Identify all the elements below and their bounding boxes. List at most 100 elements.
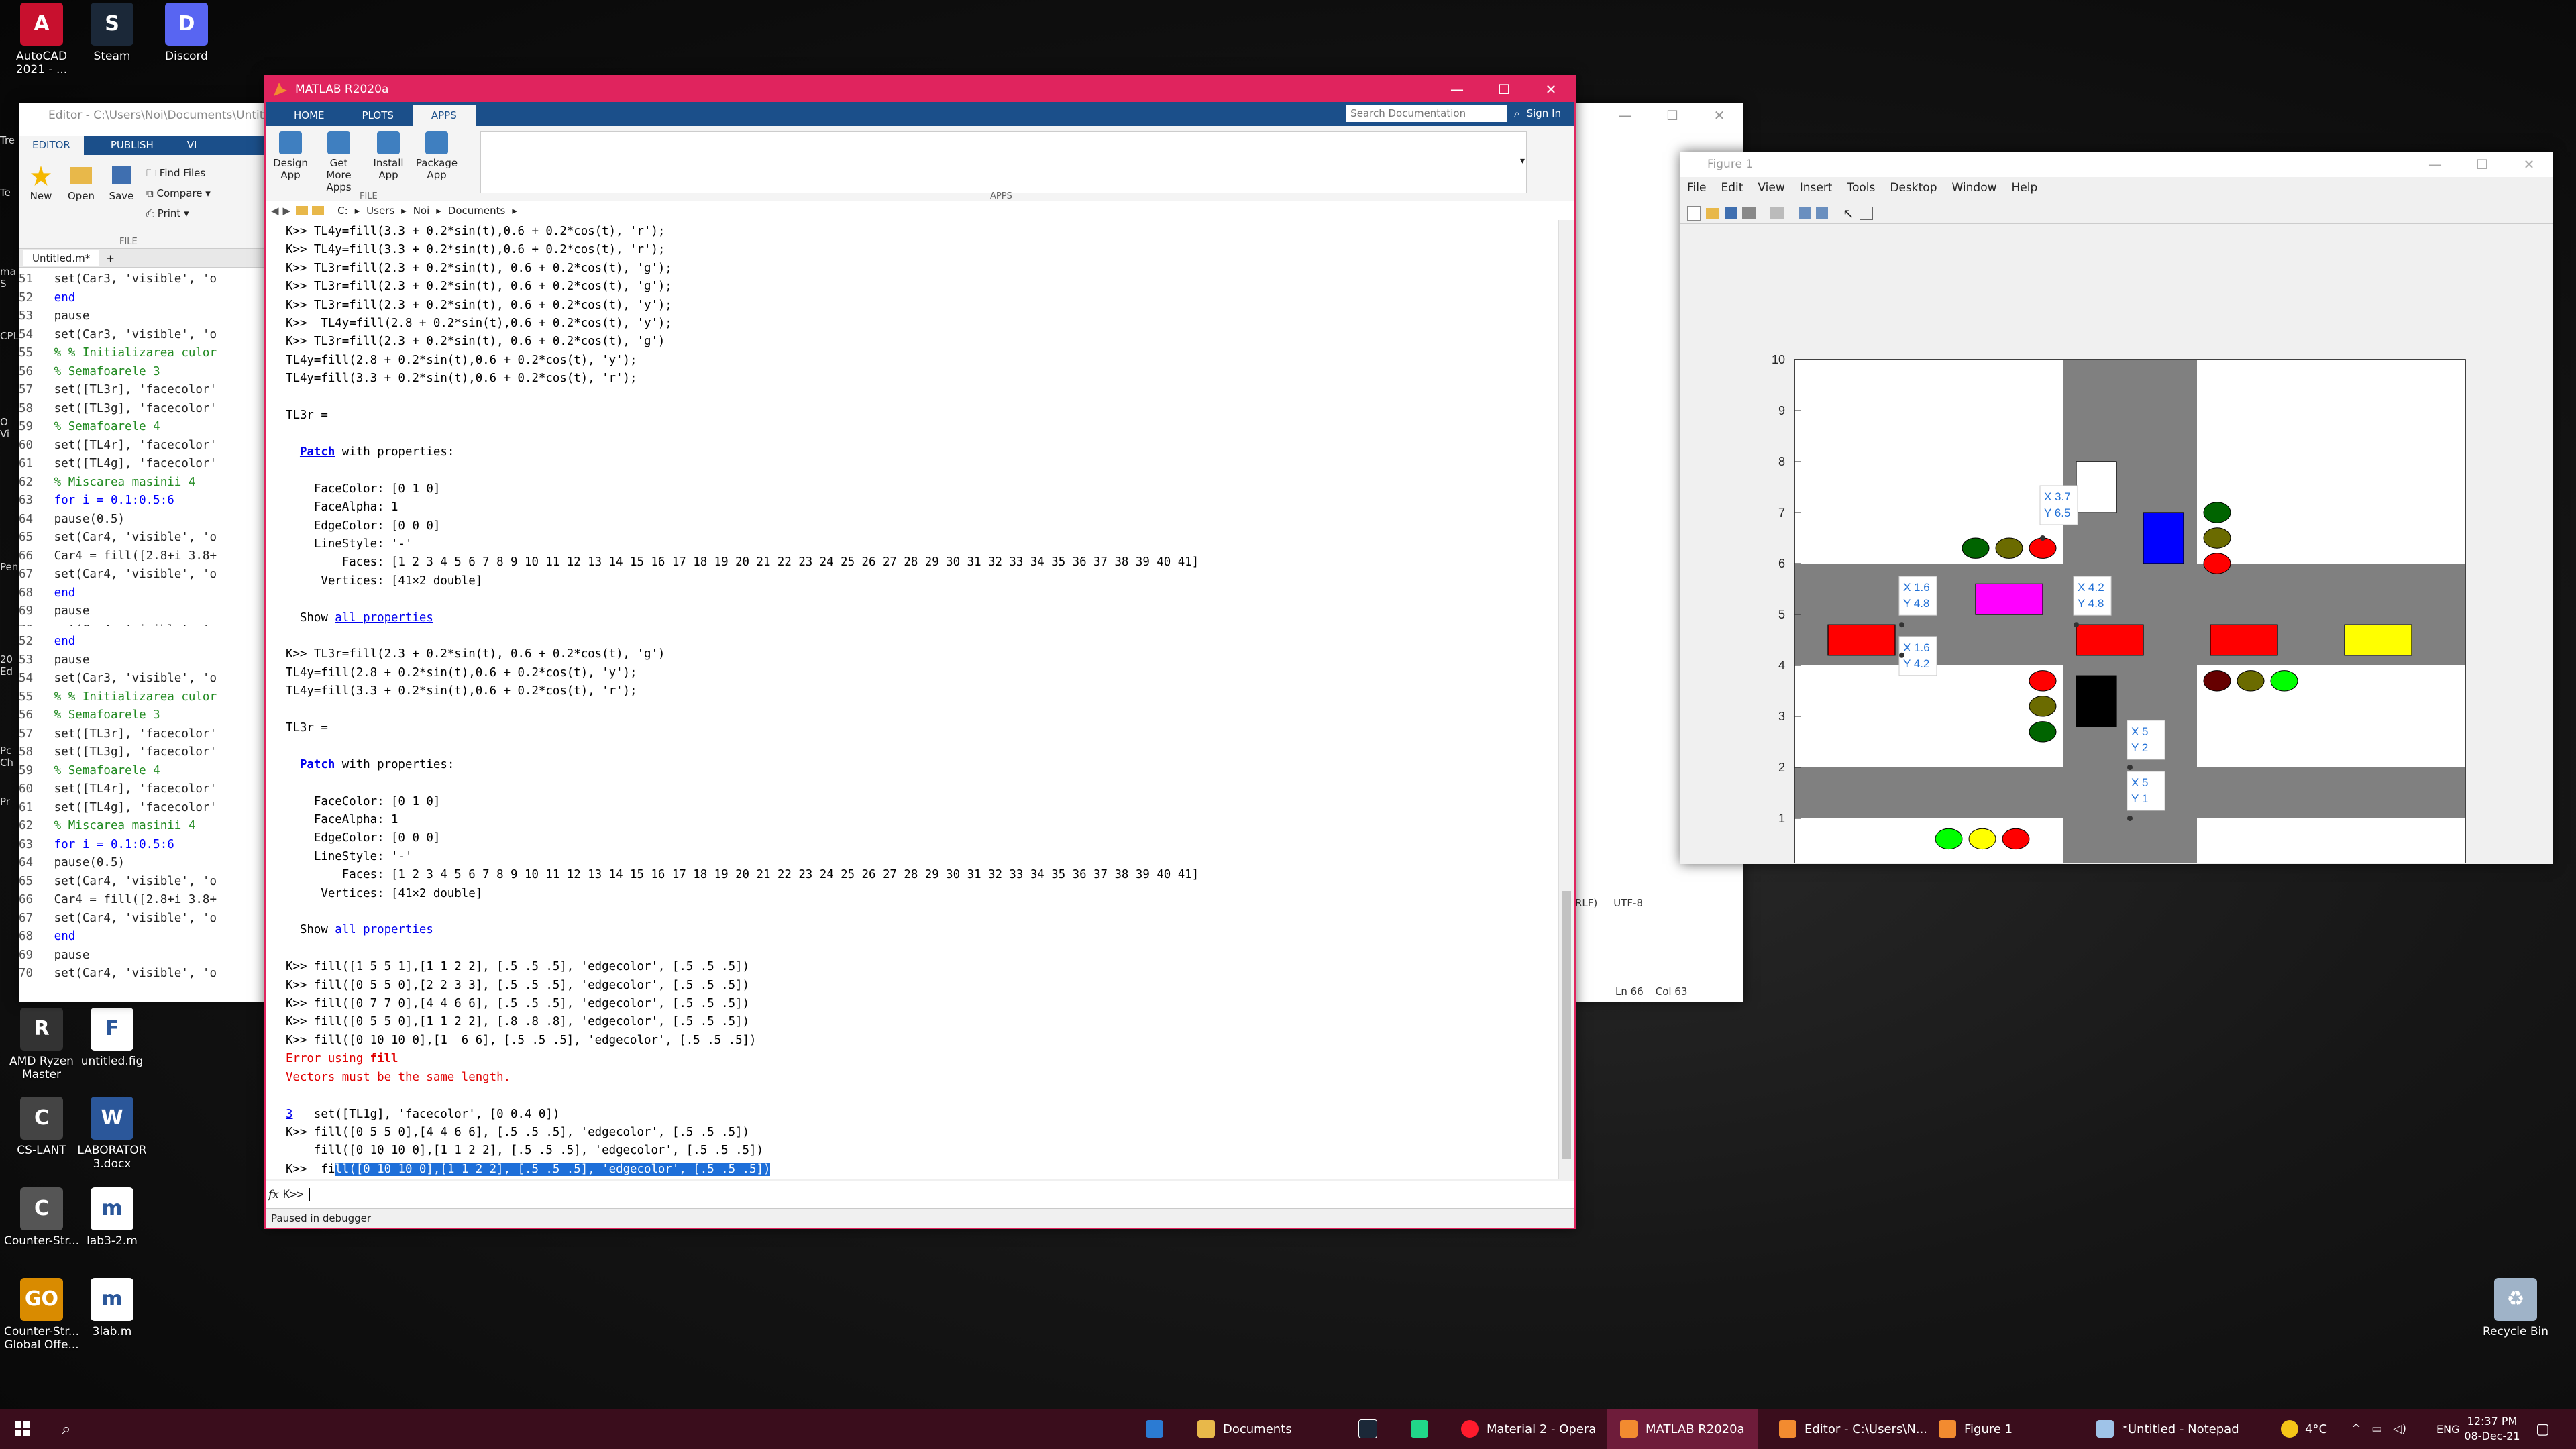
code-line[interactable]: 52 end — [19, 633, 267, 651]
code-line[interactable]: 66 Car4 = fill([2.8+i 3.8+ — [19, 547, 267, 566]
code-line[interactable]: 51 set(Car3, 'visible', 'o — [19, 270, 267, 289]
tab-apps[interactable]: APPS — [412, 105, 476, 126]
colorbar-icon[interactable] — [1799, 207, 1811, 219]
code-line[interactable]: 57 set([TL3r], 'facecolor' — [19, 725, 267, 744]
code-line[interactable]: 59 % Semafoarele 4 — [19, 762, 267, 781]
code-line[interactable]: 53 pause — [19, 651, 267, 670]
close-button[interactable]: ✕ — [1696, 103, 1743, 128]
traffic-light[interactable] — [2203, 553, 2231, 574]
desktop-icon[interactable]: C Counter-Str... — [1, 1187, 82, 1248]
traffic-light[interactable] — [2029, 721, 2057, 743]
code-line[interactable]: 68 end — [19, 928, 267, 947]
figure-titlebar[interactable]: Figure 1 — ☐ ✕ — [1680, 152, 2553, 177]
tab-plots[interactable]: PLOTS — [343, 105, 413, 126]
tab-view[interactable]: VI — [180, 136, 204, 155]
start-button[interactable] — [15, 1409, 30, 1449]
weather-widget[interactable]: 4°C — [2281, 1409, 2327, 1449]
save-button[interactable]: Save — [105, 166, 138, 202]
desktop-icon[interactable]: GO Counter-Str... Global Offe... — [1, 1278, 82, 1352]
up-folder-icon[interactable] — [296, 206, 309, 215]
maximize-button[interactable]: ☐ — [2459, 152, 2506, 177]
desktop-icon[interactable]: C CS-LANT — [1, 1097, 82, 1157]
taskbar-item-editor[interactable]: Editor - C:\Users\N... — [1779, 1409, 1927, 1449]
traffic-light[interactable] — [2270, 670, 2298, 692]
desktop-icon[interactable]: R AMD Ryzen Master — [1, 1008, 82, 1081]
car-patch[interactable] — [2076, 624, 2144, 656]
traffic-light[interactable] — [2029, 670, 2057, 692]
code-line[interactable]: 62 % Miscarea masinii 4 — [19, 474, 267, 492]
open-button[interactable]: Open — [64, 166, 98, 202]
forward-icon[interactable]: ▶ — [283, 205, 291, 217]
car-patch[interactable] — [2076, 675, 2117, 727]
gallery-expand-icon[interactable]: ▾ — [1520, 156, 1525, 166]
code-line[interactable]: 54 set(Car3, 'visible', 'o — [19, 326, 267, 345]
desktop-icon[interactable]: m lab3-2.m — [72, 1187, 152, 1248]
traffic-light[interactable] — [2203, 502, 2231, 523]
editor-code-bottom[interactable]: 52 end 53 pause 54 set(Car3, 'visible', 'o… — [19, 633, 267, 995]
traffic-light[interactable] — [2237, 670, 2265, 692]
code-line[interactable]: 55 % % Initializarea culor — [19, 688, 267, 707]
patch-link[interactable]: Patch — [300, 445, 335, 459]
car-patch[interactable] — [1827, 624, 1896, 656]
desktop-icon[interactable]: S Steam — [72, 3, 152, 63]
code-line[interactable]: 69 pause — [19, 602, 267, 621]
code-line[interactable]: 65 set(Car4, 'visible', 'o — [19, 529, 267, 547]
taskbar-app-pinned[interactable] — [1146, 1409, 1171, 1449]
desktop-icon[interactable]: W LABORATOR 3.docx — [72, 1097, 152, 1171]
datatip[interactable]: X 1.6 Y 4.2 — [1898, 636, 1937, 676]
new-figure-icon[interactable] — [1687, 205, 1701, 221]
code-line[interactable]: 70 set(Car4, 'visible', 'o — [19, 965, 267, 983]
taskbar-item-notepad[interactable]: *Untitled - Notepad — [2096, 1409, 2239, 1449]
taskbar-item-matlab[interactable]: MATLAB R2020a — [1607, 1409, 1758, 1449]
back-icon[interactable]: ◀ — [271, 205, 279, 217]
breadcrumb-item[interactable]: Users — [366, 205, 394, 217]
tab-publish[interactable]: PUBLISH — [84, 136, 180, 155]
minimize-button[interactable]: — — [1602, 103, 1649, 128]
add-tab-button[interactable]: + — [99, 252, 121, 264]
all-properties-link[interactable]: all properties — [335, 923, 433, 936]
code-line[interactable]: 56 % Semafoarele 3 — [19, 363, 267, 382]
legend-icon[interactable] — [1816, 207, 1828, 219]
code-line[interactable]: 59 % Semafoarele 4 — [19, 418, 267, 437]
open-icon[interactable] — [1706, 207, 1719, 219]
system-tray[interactable]: ^ ▭ ◁) — [2351, 1409, 2406, 1449]
tab-home[interactable]: HOME — [275, 105, 343, 126]
traffic-light[interactable] — [1935, 828, 1963, 850]
notifications-icon[interactable]: ▢ — [2536, 1409, 2550, 1449]
command-window[interactable]: K>> TL4y=fill(3.3 + 0.2*sin(t),0.6 + 0.2… — [266, 220, 1558, 1179]
code-line[interactable]: 60 set([TL4r], 'facecolor' — [19, 780, 267, 799]
code-line[interactable]: 60 set([TL4r], 'facecolor' — [19, 437, 267, 455]
car-patch[interactable] — [2143, 512, 2184, 564]
fx-icon[interactable]: fx — [268, 1188, 279, 1201]
volume-icon[interactable]: ◁) — [2393, 1422, 2406, 1436]
breadcrumb-item[interactable]: C: — [337, 205, 348, 217]
traffic-light[interactable] — [2029, 696, 2057, 717]
app-gallery[interactable] — [480, 131, 1527, 193]
code-line[interactable]: 53 pause — [19, 307, 267, 326]
code-line[interactable]: 52 end — [19, 289, 267, 308]
code-line[interactable]: 69 pause — [19, 947, 267, 965]
code-line[interactable]: 57 set([TL3r], 'facecolor' — [19, 381, 267, 400]
breadcrumb-item[interactable]: Documents — [448, 205, 506, 217]
property-editor-icon[interactable] — [1859, 206, 1873, 220]
chevron-up-icon[interactable]: ^ — [2351, 1422, 2361, 1436]
scrollbar-thumb[interactable] — [1562, 891, 1571, 1159]
taskbar-item-opera[interactable]: Material 2 - Opera — [1461, 1409, 1596, 1449]
maximize-button[interactable]: ☐ — [1649, 103, 1696, 128]
save-icon[interactable] — [1725, 207, 1737, 219]
print-icon[interactable] — [1742, 207, 1756, 219]
figure-menu-item[interactable]: Tools — [1847, 181, 1875, 200]
close-button[interactable]: ✕ — [2506, 152, 2553, 177]
desktop-icon[interactable]: A AutoCAD 2021 - ... — [1, 3, 82, 76]
code-line[interactable]: 64 pause(0.5) — [19, 511, 267, 529]
code-line[interactable]: 54 set(Car3, 'visible', 'o — [19, 669, 267, 688]
network-icon[interactable]: ▭ — [2371, 1422, 2382, 1436]
code-line[interactable]: 67 set(Car4, 'visible', 'o — [19, 566, 267, 584]
sign-in-link[interactable]: Sign In — [1527, 107, 1561, 119]
minimize-button[interactable]: — — [1434, 76, 1481, 102]
install-app-button[interactable]: Install App — [366, 131, 411, 181]
tab-editor[interactable]: EDITOR — [19, 136, 84, 155]
pointer-icon[interactable]: ↖ — [1843, 205, 1854, 221]
figure-menu-item[interactable]: Help — [2012, 181, 2038, 200]
traffic-light[interactable] — [2029, 537, 2057, 559]
